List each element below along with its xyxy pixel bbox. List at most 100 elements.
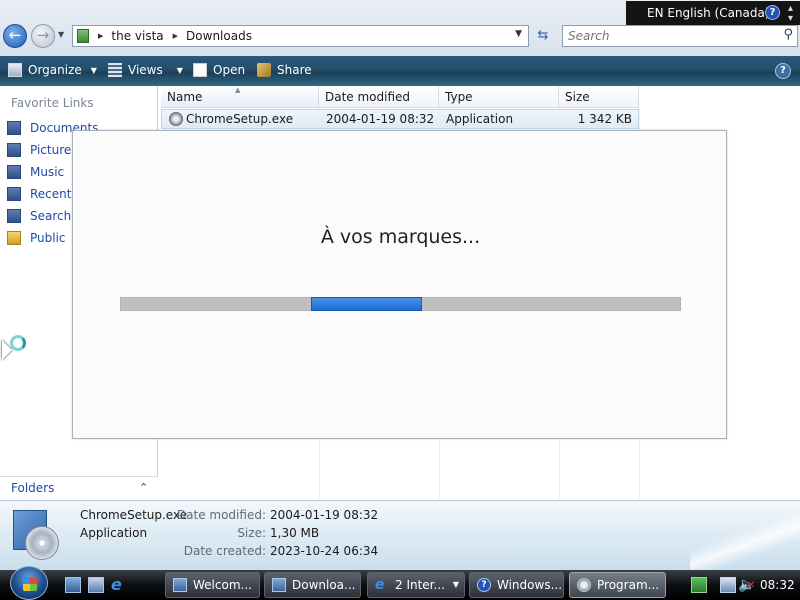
installer-large-icon (13, 510, 59, 562)
disc-icon (25, 526, 59, 560)
address-dropdown-icon[interactable]: ▼ (515, 29, 522, 39)
column-header-type[interactable]: Type (439, 86, 559, 108)
breadcrumb[interactable]: ▶ the vista ▶ Downloads ▼ (72, 25, 529, 47)
chevron-down-icon: ▼ (90, 65, 97, 75)
details-date-modified-label: Date modified: (176, 508, 266, 522)
taskbar-button-program[interactable]: Program... (569, 572, 666, 598)
views-label: Views (128, 63, 163, 77)
organize-icon (8, 63, 22, 77)
details-size-value: 1,30 MB (270, 526, 320, 540)
search-icon[interactable]: ⚲ (783, 27, 793, 42)
details-size-label: Size: (237, 526, 266, 540)
views-button[interactable]: Views ▼ (108, 63, 183, 77)
breadcrumb-item-user[interactable]: the vista (111, 29, 163, 43)
taskbar-button-windows-help[interactable]: ? Windows... (469, 572, 564, 598)
folder-icon (272, 578, 286, 592)
favorite-links-heading: Favorite Links (11, 96, 94, 110)
file-size: 1 342 KB (577, 112, 632, 126)
file-row[interactable]: ChromeSetup.exe 2004-01-19 08:32 Applica… (161, 109, 639, 129)
network-icon[interactable] (720, 577, 736, 593)
organize-label: Organize (28, 63, 82, 77)
decorative-swoosh (690, 510, 800, 570)
window-icon (173, 578, 187, 592)
open-icon (193, 63, 207, 77)
column-header-label: Type (445, 90, 473, 104)
pictures-icon (7, 143, 21, 157)
views-icon (108, 63, 122, 77)
command-bar: Organize ▼ Views ▼ Open Share ? (0, 56, 800, 86)
details-date-created-value: 2023-10-24 06:34 (270, 544, 379, 558)
open-button[interactable]: Open (193, 63, 245, 77)
favorite-link-label: Music (30, 165, 65, 179)
column-header-label: Name (167, 90, 203, 104)
progress-bar (120, 297, 681, 311)
help-icon: ? (477, 578, 491, 592)
installer-icon (169, 112, 183, 126)
favorite-link-label: Pictures (30, 143, 78, 157)
details-file-type: Application (80, 526, 148, 540)
forward-arrow-icon[interactable]: → (31, 24, 55, 48)
column-header-label: Date modified (325, 90, 411, 104)
folders-toggle[interactable]: Folders ⌃ (0, 476, 158, 500)
organize-button[interactable]: Organize ▼ (8, 63, 97, 77)
taskbar-button-label: Program... (597, 578, 660, 592)
taskbar-clock[interactable]: 08:32 (760, 578, 795, 592)
language-label[interactable]: EN English (Canada) (647, 1, 770, 25)
column-header-label: Size (565, 90, 590, 104)
breadcrumb-separator-icon[interactable]: ▶ (98, 32, 103, 40)
recently-changed-icon (7, 187, 21, 201)
progress-marquee (311, 297, 422, 311)
ie-icon: e (375, 577, 385, 593)
sort-ascending-icon: ▲ (235, 86, 241, 94)
dialog-message: À vos marques... (320, 226, 481, 248)
taskbar-button-label: Welcom... (193, 578, 252, 592)
open-label: Open (213, 63, 246, 77)
share-label: Share (277, 63, 312, 77)
favorite-link-label: Public (30, 231, 66, 245)
breadcrumb-item-downloads[interactable]: Downloads (186, 29, 252, 43)
taskbar-button-label: 2 Inter... (395, 578, 445, 592)
chevron-down-icon: ▼ (452, 580, 459, 589)
searches-icon (7, 209, 21, 223)
network-status-icon[interactable] (691, 577, 707, 593)
start-button[interactable] (10, 566, 48, 600)
muted-x-icon: ✕ (747, 580, 756, 591)
taskbar-button-label: Downloa... (292, 578, 356, 592)
breadcrumb-separator-icon[interactable]: ▶ (173, 32, 178, 40)
internet-explorer-icon[interactable]: e (111, 577, 127, 593)
taskbar-button-label: Windows... (497, 578, 563, 592)
show-desktop-icon[interactable] (65, 577, 81, 593)
language-bar-minimize-icon[interactable]: ▴ ▾ (788, 4, 793, 24)
help-icon[interactable]: ? (775, 63, 791, 79)
file-type: Application (446, 112, 514, 126)
column-header-date-modified[interactable]: Date modified (319, 86, 439, 108)
installer-splash-dialog: À vos marques... (72, 130, 727, 439)
folders-label: Folders (11, 481, 55, 495)
public-folder-icon (7, 231, 21, 245)
taskbar-button-internet-explorer[interactable]: e 2 Inter... ▼ (367, 572, 465, 598)
folder-icon (77, 29, 89, 43)
taskbar-button-downloads[interactable]: Downloa... (264, 572, 361, 598)
share-icon (257, 63, 271, 77)
chevron-up-icon: ⌃ (139, 481, 149, 494)
column-header-size[interactable]: Size (559, 86, 639, 108)
taskbar-button-welcome[interactable]: Welcom... (165, 572, 260, 598)
refresh-icon[interactable]: ⇆ (532, 25, 554, 47)
back-arrow-icon[interactable]: ← (3, 24, 27, 48)
documents-icon (7, 121, 21, 135)
switch-windows-icon[interactable] (88, 577, 104, 593)
language-help-icon[interactable]: ? (765, 5, 780, 20)
share-button[interactable]: Share (257, 63, 312, 77)
details-date-modified-value: 2004-01-19 08:32 (270, 508, 379, 522)
busy-indicator-icon (10, 335, 26, 351)
setup-icon (577, 578, 591, 592)
details-date-created-label: Date created: (183, 544, 266, 558)
chevron-down-icon: ▼ (176, 65, 183, 75)
search-input[interactable] (563, 26, 763, 46)
music-icon (7, 165, 21, 179)
recent-pages-dropdown[interactable]: ▼ (58, 30, 64, 39)
file-date-modified: 2004-01-19 08:32 (326, 112, 435, 126)
search-box[interactable]: ⚲ (562, 25, 798, 47)
windows-logo-icon (23, 577, 37, 591)
column-header-name[interactable]: ▲ Name (161, 86, 319, 108)
